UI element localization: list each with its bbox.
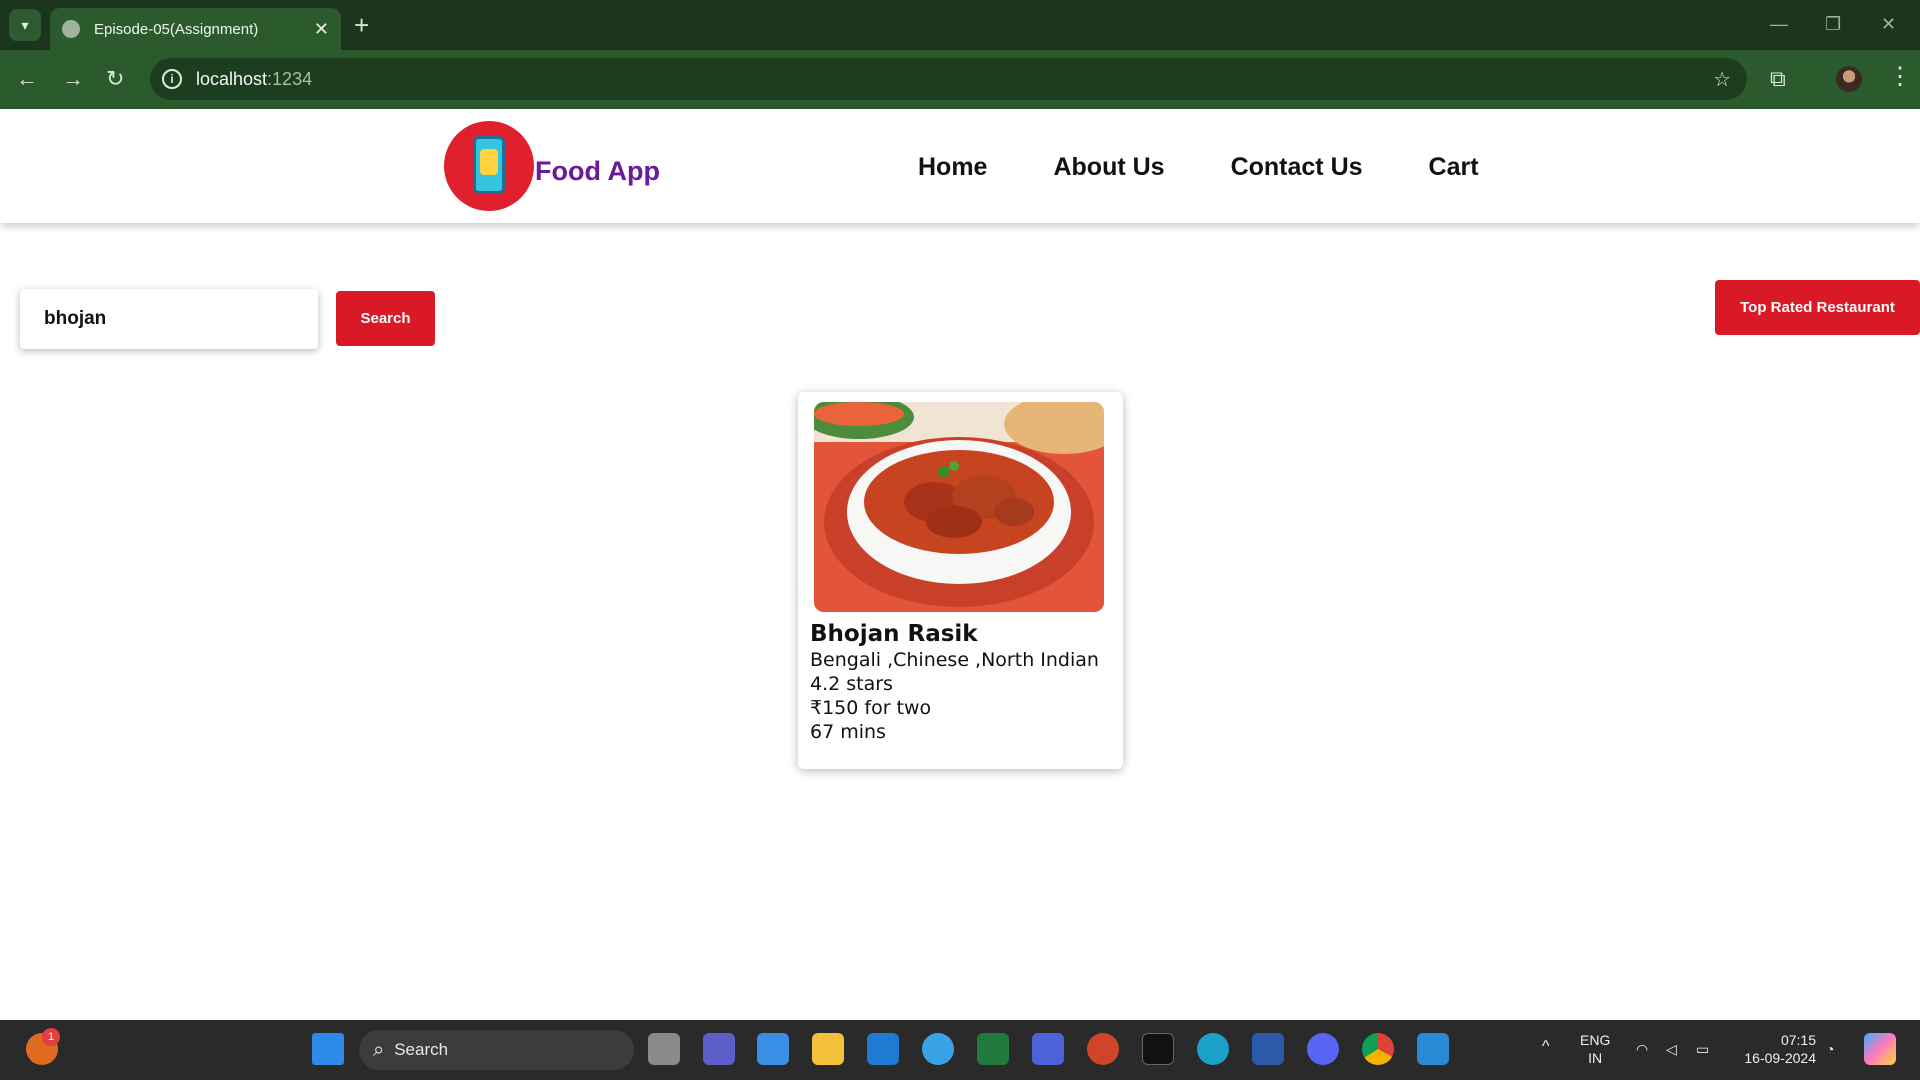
- new-tab-button[interactable]: +: [354, 12, 369, 38]
- copilot-icon[interactable]: [1032, 1033, 1064, 1065]
- myhp-icon[interactable]: [867, 1033, 899, 1065]
- browser-chrome: ▾ Episode-05(Assignment) ✕ + — ❐ ✕ ← → ↻…: [0, 0, 1920, 109]
- terminal-icon[interactable]: [1142, 1033, 1174, 1065]
- nav-cart[interactable]: Cart: [1429, 153, 1479, 182]
- address-bar[interactable]: i localhost:1234 ☆: [150, 58, 1747, 100]
- taskbar-search[interactable]: ⌕ Search: [359, 1030, 634, 1070]
- task-view-icon[interactable]: [648, 1033, 680, 1065]
- restaurant-cuisines: Bengali ,Chinese ,North Indian: [810, 649, 1099, 671]
- window-close-icon[interactable]: ✕: [1881, 14, 1896, 35]
- site-info-icon[interactable]: i: [162, 69, 182, 89]
- tab-title: Episode-05(Assignment): [94, 20, 259, 38]
- restaurant-cost: ₹150 for two: [810, 697, 932, 719]
- file-explorer-icon[interactable]: [812, 1033, 844, 1065]
- site-header: Food App Home About Us Contact Us Cart: [0, 109, 1920, 223]
- clock[interactable]: 07:15 16-09-2024: [1736, 1031, 1816, 1067]
- url-text: localhost:1234: [196, 68, 313, 89]
- taskbar: [0, 1020, 1920, 1080]
- search-icon: ⌕: [373, 1038, 385, 1061]
- profile-avatar[interactable]: [1836, 66, 1862, 92]
- browser-tab[interactable]: Episode-05(Assignment) ✕: [50, 8, 341, 50]
- nav-about-us[interactable]: About Us: [1053, 153, 1164, 182]
- main-nav: Home About Us Contact Us Cart: [918, 153, 1479, 182]
- minimize-icon[interactable]: —: [1770, 14, 1788, 35]
- brand-name: Food App: [535, 156, 660, 186]
- battery-icon[interactable]: ▭: [1696, 1040, 1709, 1058]
- store-icon[interactable]: [757, 1033, 789, 1065]
- nav-home[interactable]: Home: [918, 153, 987, 182]
- discord-icon[interactable]: [1307, 1033, 1339, 1065]
- back-icon[interactable]: ←: [16, 66, 38, 92]
- bookmark-star-icon[interactable]: ☆: [1713, 67, 1731, 92]
- search-button[interactable]: Search: [336, 291, 435, 346]
- reload-icon[interactable]: ↻: [106, 66, 124, 92]
- restaurant-rating: 4.2 stars: [810, 673, 893, 695]
- volume-icon[interactable]: ◁: [1666, 1040, 1677, 1058]
- windows-start-icon[interactable]: [312, 1033, 344, 1065]
- restaurant-name: Bhojan Rasik: [810, 621, 978, 647]
- globe-icon: [62, 20, 80, 38]
- close-icon[interactable]: ✕: [314, 19, 329, 40]
- help-icon[interactable]: [922, 1033, 954, 1065]
- page: Food App Home About Us Contact Us Cart S…: [0, 109, 1920, 1021]
- restaurant-image: [814, 402, 1104, 612]
- restaurant-info: Bhojan Rasik Bengali ,Chinese ,North Ind…: [810, 621, 1110, 744]
- chrome-icon[interactable]: [1362, 1033, 1394, 1065]
- tab-search-button[interactable]: ▾: [9, 9, 41, 41]
- forward-icon[interactable]: →: [62, 66, 84, 92]
- language-indicator[interactable]: ENG IN: [1580, 1031, 1610, 1067]
- restore-icon[interactable]: ❐: [1825, 14, 1841, 35]
- notification-badge: 1: [42, 1028, 60, 1046]
- vscode-icon[interactable]: [1417, 1033, 1449, 1065]
- teams-icon[interactable]: [703, 1033, 735, 1065]
- phone-food-icon: [473, 136, 505, 194]
- wifi-icon[interactable]: ◠: [1636, 1040, 1648, 1058]
- logo[interactable]: [444, 121, 534, 211]
- tab-strip: ▾ Episode-05(Assignment) ✕ + — ❐ ✕: [0, 0, 1920, 50]
- browser-menu-icon[interactable]: ⋮: [1888, 62, 1912, 91]
- extensions-icon[interactable]: ⧉: [1770, 66, 1786, 92]
- excel-icon[interactable]: [977, 1033, 1009, 1065]
- search-input[interactable]: [20, 289, 318, 349]
- restaurant-delivery-time: 67 mins: [810, 721, 886, 743]
- word-icon[interactable]: [1252, 1033, 1284, 1065]
- top-rated-button[interactable]: Top Rated Restaurant: [1715, 280, 1920, 335]
- bell-icon[interactable]: ◔: [1826, 1040, 1834, 1058]
- copilot-pre-icon[interactable]: [1864, 1033, 1896, 1065]
- tray-overflow-icon[interactable]: ^: [1542, 1038, 1550, 1056]
- nav-contact-us[interactable]: Contact Us: [1231, 153, 1363, 182]
- powerpoint-icon[interactable]: [1087, 1033, 1119, 1065]
- restaurant-card[interactable]: Bhojan Rasik Bengali ,Chinese ,North Ind…: [798, 392, 1123, 769]
- edge-icon[interactable]: [1197, 1033, 1229, 1065]
